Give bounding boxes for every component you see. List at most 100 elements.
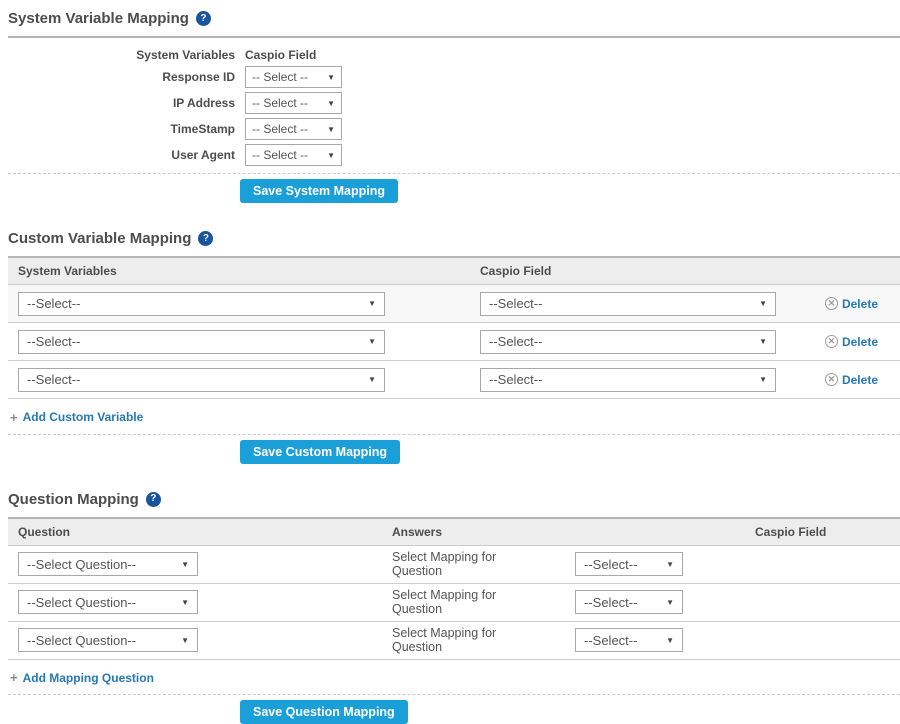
chevron-down-icon: ▼ xyxy=(666,636,674,645)
dashed-divider xyxy=(8,694,900,695)
select-value: -- Select -- xyxy=(252,70,308,84)
plus-icon: + xyxy=(10,411,18,424)
add-mapping-question-link[interactable]: + Add Mapping Question xyxy=(10,671,154,685)
chevron-down-icon: ▼ xyxy=(759,337,767,346)
custom-mapping-table: System Variables Caspio Field --Select--… xyxy=(8,258,900,399)
add-mapping-question-label: Add Mapping Question xyxy=(23,671,154,685)
timestamp-label: TimeStamp xyxy=(8,122,235,136)
delete-label: Delete xyxy=(842,335,878,349)
system-mapping-title: System Variable Mapping ? xyxy=(8,10,900,27)
delete-label: Delete xyxy=(842,373,878,387)
add-custom-variable-link[interactable]: + Add Custom Variable xyxy=(10,410,143,424)
question-column-header: Question xyxy=(18,525,392,539)
save-system-mapping-button[interactable]: Save System Mapping xyxy=(240,179,398,203)
response-id-label: Response ID xyxy=(8,70,235,84)
select-value: --Select-- xyxy=(27,334,80,349)
caspio-field-column-header: Caspio Field xyxy=(480,264,551,278)
chevron-down-icon: ▼ xyxy=(327,151,335,160)
add-custom-variable-label: Add Custom Variable xyxy=(23,410,144,424)
custom-caspio-field-select[interactable]: --Select-- ▼ xyxy=(480,292,776,316)
chevron-down-icon: ▼ xyxy=(368,299,376,308)
chevron-down-icon: ▼ xyxy=(759,299,767,308)
system-variables-column-header: System Variables xyxy=(18,264,480,278)
custom-mapping-title: Custom Variable Mapping ? xyxy=(8,230,900,247)
dashed-divider xyxy=(8,434,900,435)
custom-system-variable-select[interactable]: --Select-- ▼ xyxy=(18,368,385,392)
select-value: --Select Question-- xyxy=(27,595,136,610)
table-row: --Select Question-- ▼ Select Mapping for… xyxy=(8,546,900,584)
chevron-down-icon: ▼ xyxy=(181,560,189,569)
question-mapping-title: Question Mapping ? xyxy=(8,491,900,508)
delete-row-link[interactable]: ✕ Delete xyxy=(825,297,878,311)
select-value: --Select-- xyxy=(27,372,80,387)
delete-label: Delete xyxy=(842,297,878,311)
caspio-field-column-header: Caspio Field xyxy=(245,48,355,62)
select-value: -- Select -- xyxy=(252,122,308,136)
table-row: --Select Question-- ▼ Select Mapping for… xyxy=(8,622,900,660)
select-value: --Select-- xyxy=(584,595,637,610)
ip-address-select[interactable]: -- Select -- ▼ xyxy=(245,92,342,114)
chevron-down-icon: ▼ xyxy=(181,636,189,645)
question-caspio-field-select[interactable]: --Select-- ▼ xyxy=(575,628,683,652)
custom-table-header: System Variables Caspio Field xyxy=(8,258,900,285)
save-question-mapping-button[interactable]: Save Question Mapping xyxy=(240,700,408,724)
select-value: --Select-- xyxy=(27,296,80,311)
user-agent-select[interactable]: -- Select -- ▼ xyxy=(245,144,342,166)
custom-caspio-field-select[interactable]: --Select-- ▼ xyxy=(480,330,776,354)
question-table-header: Question Answers Caspio Field xyxy=(8,519,900,546)
help-icon[interactable]: ? xyxy=(196,11,211,26)
select-value: --Select Question-- xyxy=(27,557,136,572)
circled-x-icon: ✕ xyxy=(825,297,838,310)
table-row: --Select-- ▼ --Select-- ▼ ✕ Delete xyxy=(8,285,900,323)
system-mapping-form: System Variables Caspio Field Response I… xyxy=(8,48,900,166)
answers-mapping-label: Select Mapping for Question xyxy=(392,550,542,578)
delete-row-link[interactable]: ✕ Delete xyxy=(825,335,878,349)
help-icon[interactable]: ? xyxy=(198,231,213,246)
select-value: -- Select -- xyxy=(252,148,308,162)
delete-row-link[interactable]: ✕ Delete xyxy=(825,373,878,387)
help-icon[interactable]: ? xyxy=(146,492,161,507)
chevron-down-icon: ▼ xyxy=(327,99,335,108)
table-row: --Select-- ▼ --Select-- ▼ ✕ Delete xyxy=(8,361,900,399)
select-value: --Select-- xyxy=(489,372,542,387)
select-value: --Select-- xyxy=(584,633,637,648)
circled-x-icon: ✕ xyxy=(825,373,838,386)
timestamp-select[interactable]: -- Select -- ▼ xyxy=(245,118,342,140)
chevron-down-icon: ▼ xyxy=(666,598,674,607)
question-select[interactable]: --Select Question-- ▼ xyxy=(18,628,198,652)
answers-column-header: Answers xyxy=(392,525,755,539)
chevron-down-icon: ▼ xyxy=(666,560,674,569)
chevron-down-icon: ▼ xyxy=(759,375,767,384)
chevron-down-icon: ▼ xyxy=(327,125,335,134)
chevron-down-icon: ▼ xyxy=(368,337,376,346)
answers-mapping-label: Select Mapping for Question xyxy=(392,588,542,616)
select-value: --Select-- xyxy=(584,557,637,572)
section-divider xyxy=(8,36,900,38)
select-value: --Select-- xyxy=(489,334,542,349)
system-variables-column-header: System Variables xyxy=(8,48,235,62)
caspio-field-column-header: Caspio Field xyxy=(755,525,826,539)
chevron-down-icon: ▼ xyxy=(181,598,189,607)
custom-system-variable-select[interactable]: --Select-- ▼ xyxy=(18,292,385,316)
custom-caspio-field-select[interactable]: --Select-- ▼ xyxy=(480,368,776,392)
plus-icon: + xyxy=(10,671,18,684)
question-caspio-field-select[interactable]: --Select-- ▼ xyxy=(575,590,683,614)
ip-address-label: IP Address xyxy=(8,96,235,110)
question-select[interactable]: --Select Question-- ▼ xyxy=(18,590,198,614)
chevron-down-icon: ▼ xyxy=(327,73,335,82)
custom-mapping-title-text: Custom Variable Mapping xyxy=(8,230,191,247)
circled-x-icon: ✕ xyxy=(825,335,838,348)
system-mapping-title-text: System Variable Mapping xyxy=(8,10,189,27)
question-select[interactable]: --Select Question-- ▼ xyxy=(18,552,198,576)
question-mapping-title-text: Question Mapping xyxy=(8,491,139,508)
answers-mapping-label: Select Mapping for Question xyxy=(392,626,542,654)
question-caspio-field-select[interactable]: --Select-- ▼ xyxy=(575,552,683,576)
custom-system-variable-select[interactable]: --Select-- ▼ xyxy=(18,330,385,354)
user-agent-label: User Agent xyxy=(8,148,235,162)
select-value: --Select-- xyxy=(489,296,542,311)
select-value: -- Select -- xyxy=(252,96,308,110)
question-mapping-table: Question Answers Caspio Field --Select Q… xyxy=(8,519,900,660)
response-id-select[interactable]: -- Select -- ▼ xyxy=(245,66,342,88)
table-row: --Select-- ▼ --Select-- ▼ ✕ Delete xyxy=(8,323,900,361)
save-custom-mapping-button[interactable]: Save Custom Mapping xyxy=(240,440,400,464)
